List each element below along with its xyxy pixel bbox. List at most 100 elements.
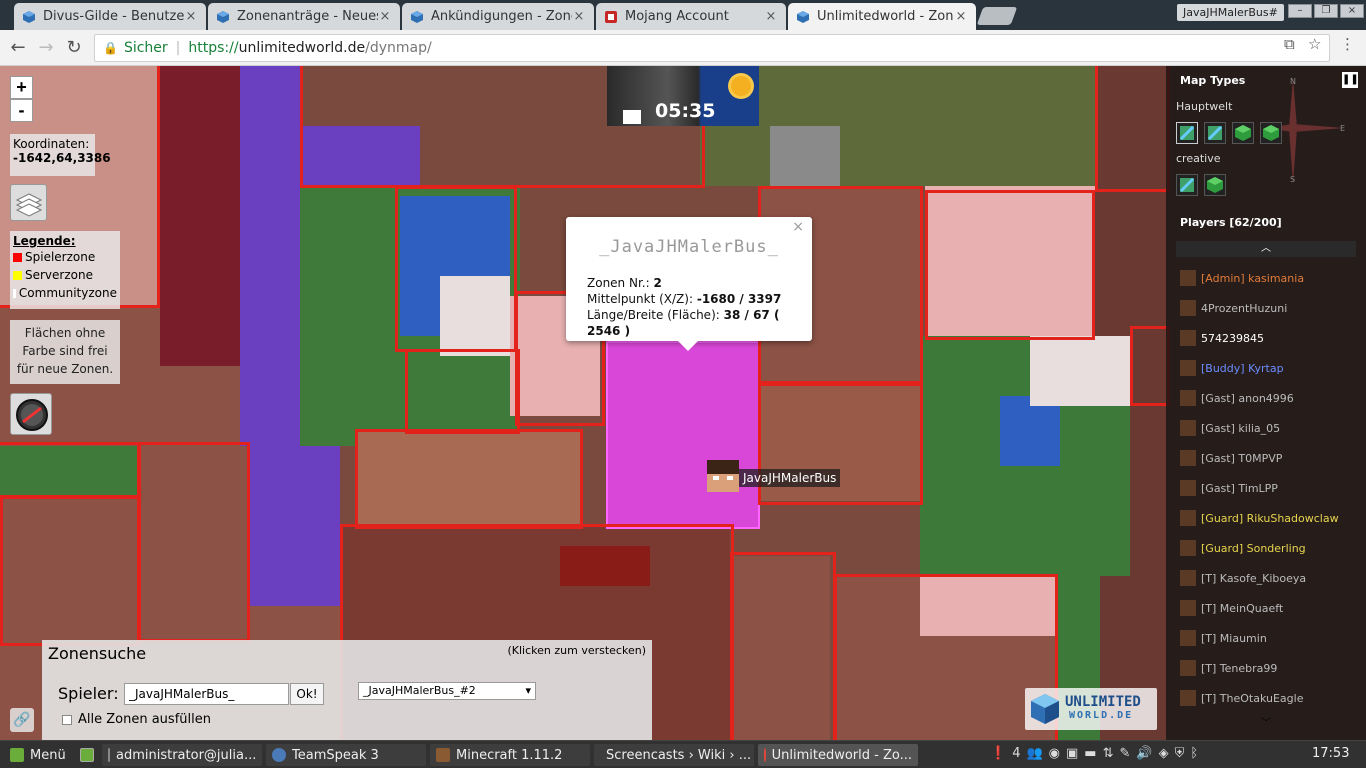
player-marker-label[interactable]: JavaJHMalerBus <box>739 469 841 487</box>
close-window-icon[interactable]: × <box>1340 4 1364 18</box>
map-type-3d-icon[interactable] <box>1260 122 1282 144</box>
dynmap-map[interactable]: + - Koordinaten: -1642,64,3386 Legende: … <box>0 66 1366 740</box>
reload-icon[interactable]: ↻ <box>62 36 86 60</box>
fill-all-zones-checkbox[interactable]: Alle Zonen ausfüllen <box>62 712 211 727</box>
link-icon[interactable]: 🔗 <box>10 708 34 732</box>
player-zone[interactable] <box>1095 66 1170 192</box>
tab-zonenantraege[interactable]: Zonenanträge - Neues T × <box>208 3 400 30</box>
player-zone[interactable] <box>405 349 520 434</box>
zoom-in-button[interactable]: + <box>10 76 33 99</box>
zoom-out-button[interactable]: - <box>10 99 33 122</box>
map-type-creative-flat-icon[interactable] <box>1176 174 1198 196</box>
people-icon[interactable]: 👥 <box>1026 746 1042 761</box>
tools-icon[interactable]: ✎ <box>1120 746 1131 761</box>
map-type-creative-3d-icon[interactable] <box>1204 174 1226 196</box>
tab-divus-gilde[interactable]: Divus-Gilde - Benutzer × <box>14 3 206 30</box>
compass-n: N <box>1290 77 1296 86</box>
compass-button[interactable] <box>10 393 52 435</box>
player-list-item[interactable]: 574239845 <box>1180 328 1264 348</box>
zone-search-hide-link[interactable]: (Klicken zum verstecken) <box>507 644 646 657</box>
folder-icon[interactable]: ▬ <box>1084 746 1096 761</box>
back-arrow-icon[interactable]: ← <box>6 36 30 60</box>
layers-button[interactable] <box>10 184 47 221</box>
player-head-icon <box>1180 420 1196 436</box>
map-type-flat-icon[interactable] <box>1176 122 1198 144</box>
tab-close-icon[interactable]: × <box>184 9 198 24</box>
scroll-down-chevron-icon[interactable]: ﹀ <box>1176 714 1356 730</box>
player-list-item[interactable]: [Guard] RikuShadowclaw <box>1180 508 1339 528</box>
browser-toolbar: ← → ↻ 🔒 Sicher | https://unlimitedworld.… <box>0 30 1366 66</box>
bluetooth-icon[interactable]: ᛒ <box>1190 746 1198 761</box>
player-zone[interactable] <box>0 496 140 646</box>
player-list-item[interactable]: 4ProzentHuzuni <box>1180 298 1287 318</box>
start-menu-button[interactable]: Menü <box>4 744 72 766</box>
player-zone[interactable] <box>138 442 250 642</box>
minimize-icon[interactable]: – <box>1288 4 1312 18</box>
player-list-item[interactable]: [T] Tenebra99 <box>1180 658 1277 678</box>
player-list-item[interactable]: [Admin] kasimania <box>1180 268 1304 288</box>
player-zone[interactable] <box>1130 326 1170 406</box>
new-tab-button[interactable] <box>976 7 1018 25</box>
player-zone[interactable] <box>0 442 140 498</box>
logo-cube-icon <box>1031 694 1059 724</box>
tab-close-icon[interactable]: × <box>572 9 586 24</box>
ok-button[interactable]: Ok! <box>290 683 324 705</box>
tab-close-icon[interactable]: × <box>954 9 968 24</box>
forward-arrow-icon[interactable]: → <box>34 36 58 60</box>
selected-zone-highlight[interactable] <box>606 341 760 529</box>
tab-mojang-account[interactable]: Mojang Account × <box>596 3 786 30</box>
volume-icon[interactable]: 🔊 <box>1136 746 1152 761</box>
task-screencasts[interactable]: Screencasts › Wiki › ... <box>594 744 754 766</box>
player-list-item[interactable]: [T] TheOtakuEagle <box>1180 688 1303 708</box>
secure-indicator[interactable]: 🔒 Sicher | <box>103 40 188 56</box>
player-list-item[interactable]: [T] Miaumin <box>1180 628 1267 648</box>
scroll-up-chevron-icon[interactable]: ︿ <box>1176 241 1356 257</box>
zone-select[interactable]: _JavaJHMalerBus_#2 ▾ <box>358 682 536 700</box>
player-search-input[interactable] <box>124 683 289 705</box>
translate-icon[interactable]: ⧉ <box>1284 35 1295 53</box>
player-list-item[interactable]: [T] MeinQuaeft <box>1180 598 1283 618</box>
popup-close-icon[interactable]: × <box>792 219 804 235</box>
coordinates-value: -1642,64,3386 <box>13 151 111 165</box>
terminal-tray-icon[interactable]: ▣ <box>1066 746 1078 761</box>
bookmark-star-icon[interactable]: ☆ <box>1308 35 1321 53</box>
tab-close-icon[interactable]: × <box>764 9 778 24</box>
player-zone[interactable] <box>925 190 1095 340</box>
terrain <box>240 66 300 446</box>
player-zone[interactable] <box>395 186 517 352</box>
moon-icon <box>623 110 641 124</box>
task-unlimitedworld[interactable]: Unlimitedworld - Zo... <box>758 744 918 766</box>
firefox-icon[interactable]: ◉ <box>1049 746 1060 761</box>
profile-name[interactable]: JavaJHMalerBus# <box>1177 4 1284 21</box>
network-icon[interactable]: ⇅ <box>1103 746 1114 761</box>
system-tray: ❗ 4 👥 ◉ ▣ ▬ ⇅ ✎ 🔊 ◈ ⛨ ᛒ <box>990 746 1198 761</box>
tab-unlimitedworld[interactable]: Unlimitedworld - Zonen × <box>788 3 976 30</box>
player-list-item[interactable]: [Gast] kilia_05 <box>1180 418 1280 438</box>
player-zone[interactable] <box>730 552 836 740</box>
discord-icon[interactable]: ◈ <box>1159 746 1169 761</box>
player-list-item[interactable]: [Buddy] Kyrtap <box>1180 358 1284 378</box>
zone-search-title: Zonensuche <box>48 644 147 663</box>
taskbar-clock[interactable]: 17:53 <box>1312 746 1349 761</box>
player-list-item[interactable]: [Gast] T0MPVP <box>1180 448 1282 468</box>
map-type-surface-icon[interactable] <box>1204 122 1226 144</box>
map-type-cave-icon[interactable] <box>1232 122 1254 144</box>
player-zone[interactable] <box>355 429 583 529</box>
sun-icon <box>731 76 751 96</box>
task-minecraft[interactable]: Minecraft 1.11.2 <box>430 744 590 766</box>
alert-icon[interactable]: ❗ <box>990 746 1006 761</box>
task-terminal[interactable]: administrator@julia... <box>102 744 262 766</box>
task-teamspeak[interactable]: TeamSpeak 3 <box>266 744 426 766</box>
layers-icon <box>15 193 43 217</box>
player-list-item[interactable]: [Gast] TimLPP <box>1180 478 1278 498</box>
menu-kebab-icon[interactable]: ⋮ <box>1340 35 1355 53</box>
address-bar[interactable]: 🔒 Sicher | https://unlimitedworld.de/dyn… <box>94 34 1330 62</box>
player-avatar-icon[interactable] <box>707 460 739 492</box>
maximize-icon[interactable]: ❐ <box>1314 4 1338 18</box>
tab-close-icon[interactable]: × <box>378 9 392 24</box>
shield-icon[interactable]: ⛨ <box>1175 746 1185 761</box>
tab-ankuendigungen[interactable]: Ankündigungen - Zonen × <box>402 3 594 30</box>
player-list-item[interactable]: [Gast] anon4996 <box>1180 388 1294 408</box>
player-list-item[interactable]: [T] Kasofe_Kiboeya <box>1180 568 1306 588</box>
player-list-item[interactable]: [Guard] Sonderling <box>1180 538 1306 558</box>
